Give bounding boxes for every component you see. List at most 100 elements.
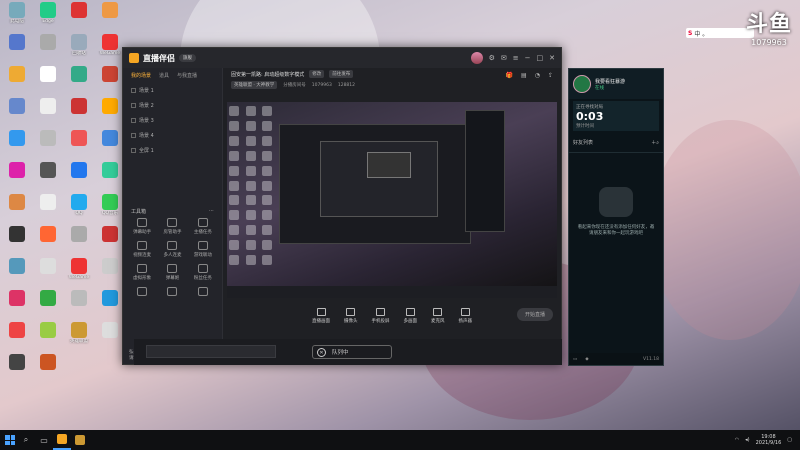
settings-icon[interactable]: ⚙ bbox=[489, 54, 495, 62]
desktop-icon[interactable]: WeGame bbox=[65, 258, 93, 285]
close-icon[interactable]: ✕ bbox=[549, 54, 555, 62]
desktop-icon[interactable] bbox=[96, 66, 124, 93]
desktop-icon[interactable] bbox=[3, 226, 31, 253]
scene-item[interactable]: 场景 1 bbox=[123, 83, 222, 98]
share-icon[interactable]: ⇪ bbox=[548, 72, 553, 79]
tool-button[interactable]: 多人连麦 bbox=[157, 241, 187, 258]
desktop-icon[interactable] bbox=[96, 2, 124, 29]
tool-button[interactable]: 视频连麦 bbox=[127, 241, 157, 258]
desktop-icon[interactable] bbox=[96, 322, 124, 349]
mission-icon[interactable]: ◆ bbox=[585, 357, 588, 362]
source-button[interactable]: 麦克风 bbox=[431, 308, 445, 324]
menu-icon[interactable]: ≡ bbox=[513, 54, 519, 62]
more-icon[interactable]: ⋯ bbox=[209, 208, 214, 215]
desktop-icon[interactable] bbox=[3, 162, 31, 189]
clock[interactable]: 19:08 2021/9/16 bbox=[756, 434, 782, 446]
minimize-icon[interactable]: − bbox=[525, 54, 531, 62]
desktop-icon[interactable] bbox=[3, 66, 31, 93]
tool-button[interactable]: 粉丝任务 bbox=[188, 264, 218, 281]
desktop-icon[interactable] bbox=[65, 98, 93, 125]
scene-item[interactable]: 全屏 1 bbox=[123, 143, 222, 158]
desktop-icon[interactable] bbox=[3, 34, 31, 61]
queue-status[interactable]: ✕ 队列中 bbox=[312, 345, 392, 359]
desktop-icon[interactable] bbox=[3, 194, 31, 221]
tool-button[interactable] bbox=[157, 287, 187, 298]
taskbar-app-lol[interactable] bbox=[71, 430, 89, 450]
source-button[interactable]: 多画面 bbox=[404, 308, 417, 324]
source-button[interactable]: 摄像头 bbox=[344, 308, 358, 324]
publish-button[interactable]: 前往发布 bbox=[329, 70, 354, 78]
notification-icon[interactable]: ▢ bbox=[787, 437, 792, 443]
desktop-icon[interactable] bbox=[96, 290, 124, 317]
tool-button[interactable]: 主播任务 bbox=[188, 218, 218, 235]
bell-icon[interactable]: ◔ bbox=[535, 72, 540, 79]
tool-button[interactable]: 弹幕助手 bbox=[127, 218, 157, 235]
desktop-icon[interactable] bbox=[65, 2, 93, 29]
avatar[interactable] bbox=[573, 75, 591, 93]
scene-item[interactable]: 场景 4 bbox=[123, 128, 222, 143]
tool-button[interactable]: 游戏联动 bbox=[188, 241, 218, 258]
maximize-icon[interactable]: □ bbox=[537, 54, 544, 62]
scene-item[interactable]: 场景 2 bbox=[123, 98, 222, 113]
stream-title[interactable]: 固安第一凯路: 启动超级数字模式 bbox=[231, 71, 304, 78]
desktop-icon[interactable] bbox=[34, 66, 62, 93]
add-friend-icon[interactable]: ＋⌕ bbox=[651, 139, 659, 146]
windows-start-icon[interactable] bbox=[3, 433, 17, 447]
desktop-icon[interactable] bbox=[34, 290, 62, 317]
desktop-icon[interactable] bbox=[65, 130, 93, 157]
desktop-icon[interactable] bbox=[34, 258, 62, 285]
tool-button[interactable] bbox=[127, 287, 157, 298]
taskbar-app-streaming[interactable] bbox=[53, 430, 71, 450]
ime-toolbar[interactable]: S 中 。 bbox=[686, 28, 754, 38]
desktop-icon[interactable]: QQ bbox=[65, 194, 93, 221]
desktop-icon[interactable]: 此电脑 bbox=[3, 2, 31, 29]
tab-props[interactable]: 道具 bbox=[159, 72, 169, 79]
desktop-icon[interactable] bbox=[34, 98, 62, 125]
tool-button[interactable]: 房管助手 bbox=[157, 218, 187, 235]
desktop-icon[interactable] bbox=[34, 130, 62, 157]
desktop-icon[interactable]: QQ音乐 bbox=[96, 194, 124, 221]
stream-preview[interactable] bbox=[227, 102, 557, 298]
desktop-icon[interactable] bbox=[3, 130, 31, 157]
avatar[interactable] bbox=[470, 52, 483, 64]
desktop-icon[interactable]: 英雄联盟 bbox=[65, 322, 93, 349]
desktop-icon[interactable] bbox=[3, 354, 31, 381]
tool-button[interactable]: 弹幕姬 bbox=[157, 264, 187, 281]
message-icon[interactable]: ✉ bbox=[501, 54, 507, 62]
search-icon[interactable]: ⌕ bbox=[17, 430, 35, 450]
category-chip[interactable]: 英雄联盟 · 大神教学 bbox=[231, 81, 278, 89]
desktop-icon[interactable] bbox=[96, 226, 124, 253]
desktop-icon[interactable] bbox=[34, 354, 62, 381]
edit-title-button[interactable]: 修改 bbox=[309, 70, 325, 78]
chat-input[interactable] bbox=[146, 345, 276, 358]
desktop-icon[interactable] bbox=[3, 98, 31, 125]
close-icon[interactable]: ✕ bbox=[317, 347, 326, 357]
desktop-icon[interactable] bbox=[65, 66, 93, 93]
desktop-icon[interactable]: Edge bbox=[34, 2, 62, 29]
desktop-icon[interactable] bbox=[34, 194, 62, 221]
tab-colive[interactable]: 与我直播 bbox=[177, 72, 197, 79]
desktop-icon[interactable] bbox=[96, 258, 124, 285]
desktop-icon[interactable] bbox=[65, 226, 93, 253]
source-button[interactable]: 手机投屏 bbox=[372, 308, 390, 324]
tool-button[interactable]: 虚拟形象 bbox=[127, 264, 157, 281]
scene-item[interactable]: 场景 3 bbox=[123, 113, 222, 128]
desktop-icon[interactable] bbox=[65, 162, 93, 189]
tool-button[interactable] bbox=[188, 287, 218, 298]
desktop-icon[interactable] bbox=[34, 226, 62, 253]
desktop-icon[interactable]: 回收站 bbox=[65, 34, 93, 61]
network-icon[interactable]: ◠ bbox=[735, 437, 739, 443]
task-view-icon[interactable]: ▭ bbox=[35, 430, 53, 450]
desktop-icon[interactable] bbox=[34, 162, 62, 189]
desktop-icon[interactable] bbox=[34, 34, 62, 61]
player-status[interactable]: 在线 bbox=[595, 85, 625, 91]
gift-icon[interactable]: 🎁 bbox=[506, 72, 513, 79]
chat-icon[interactable]: ▭ bbox=[573, 357, 577, 362]
chart-icon[interactable]: ▤ bbox=[521, 72, 527, 79]
desktop-icon[interactable] bbox=[3, 322, 31, 349]
desktop-icon[interactable] bbox=[96, 130, 124, 157]
desktop-icon[interactable] bbox=[3, 290, 31, 317]
desktop-icon[interactable] bbox=[3, 258, 31, 285]
source-button[interactable]: 直播画面 bbox=[312, 308, 330, 324]
tab-scenes[interactable]: 我的场景 bbox=[131, 72, 151, 79]
